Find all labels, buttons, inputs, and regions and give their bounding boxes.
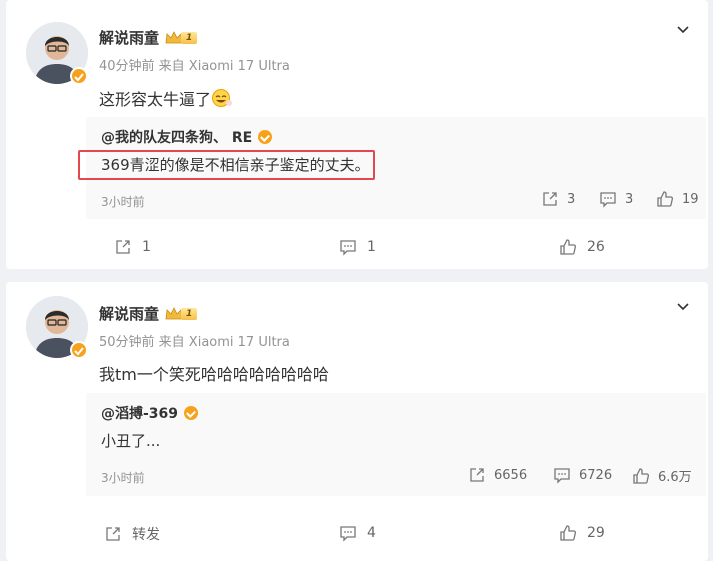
quoted-like-button[interactable]: 19 <box>656 190 699 208</box>
chevron-down-icon[interactable] <box>676 300 690 314</box>
verified-badge-icon <box>184 406 199 420</box>
thumbs-up-icon <box>657 191 673 207</box>
post-text: 这形容太牛逼了 <box>99 86 233 110</box>
quoted-comment-button[interactable]: 6726 <box>553 466 612 484</box>
comment-button[interactable]: 1 <box>339 238 376 256</box>
quoted-repost-count: 3 <box>567 191 576 207</box>
comment-icon <box>340 526 356 542</box>
comment-count: 1 <box>367 239 376 255</box>
laugh-emoji-icon <box>212 89 233 107</box>
author-name[interactable]: 解说雨童 <box>99 27 159 48</box>
author-name[interactable]: 解说雨童 <box>99 303 159 324</box>
repost-count: 1 <box>142 239 151 255</box>
level-crown-icon: 1 <box>165 30 198 45</box>
level-crown-icon: 1 <box>165 306 198 321</box>
repost-button[interactable]: 转发 <box>104 524 160 544</box>
quoted-like-button[interactable]: 6.6万 <box>632 466 692 485</box>
repost-icon <box>470 468 484 482</box>
quoted-like-count: 6.6万 <box>658 470 692 485</box>
comment-icon <box>600 192 616 208</box>
verified-badge-icon <box>258 130 273 144</box>
verified-badge-icon <box>70 341 88 359</box>
level-badge: 1 <box>181 31 198 44</box>
repost-icon <box>116 240 130 254</box>
comment-icon <box>340 240 356 256</box>
quoted-author[interactable]: @滔搏-369 <box>101 403 178 423</box>
thumbs-up-icon <box>633 467 649 484</box>
post-meta: 40分钟前 来自 Xiaomi 17 Ultra <box>99 59 290 74</box>
quoted-author[interactable]: @我的队友四条狗、 RE <box>101 127 252 147</box>
quoted-repost-count: 6656 <box>494 467 528 483</box>
quoted-post[interactable]: @滔搏-369 小丑了... 3小时前 6656 6726 6.6万 <box>86 393 706 496</box>
like-button[interactable]: 29 <box>559 524 605 542</box>
post-card: 解说雨童 1 40分钟前 来自 Xiaomi 17 Ultra 这形容太牛逼了 … <box>6 0 708 269</box>
quoted-time: 3小时前 <box>101 195 145 209</box>
post-text: 我tm一个笑死哈哈哈哈哈哈哈哈 <box>99 365 329 384</box>
thumbs-up-icon <box>560 239 576 255</box>
chevron-down-icon[interactable] <box>676 23 690 37</box>
thumbs-up-icon <box>560 525 576 541</box>
comment-icon <box>554 468 570 484</box>
like-count: 26 <box>587 239 605 255</box>
like-count: 29 <box>587 525 605 541</box>
repost-icon <box>543 192 557 206</box>
quoted-repost-button[interactable]: 3 <box>541 190 575 208</box>
quoted-comment-count: 3 <box>625 191 634 207</box>
quoted-time: 3小时前 <box>101 471 145 485</box>
quoted-like-count: 19 <box>682 191 699 207</box>
quoted-comment-button[interactable]: 3 <box>599 190 633 208</box>
quoted-text: 小丑了... <box>101 432 161 450</box>
quoted-repost-button[interactable]: 6656 <box>468 466 527 484</box>
post-card: 解说雨童 1 50分钟前 来自 Xiaomi 17 Ultra 我tm一个笑死哈… <box>6 282 708 561</box>
post-meta: 50分钟前 来自 Xiaomi 17 Ultra <box>99 335 290 350</box>
verified-badge-icon <box>70 67 88 85</box>
repost-icon <box>106 527 120 541</box>
quoted-comment-count: 6726 <box>579 467 613 483</box>
repost-button[interactable]: 1 <box>114 238 151 256</box>
repost-label: 转发 <box>132 527 160 543</box>
comment-button[interactable]: 4 <box>339 524 376 542</box>
comment-count: 4 <box>367 525 376 541</box>
level-badge: 1 <box>181 307 198 320</box>
like-button[interactable]: 26 <box>559 238 605 256</box>
highlight-box <box>78 150 375 180</box>
